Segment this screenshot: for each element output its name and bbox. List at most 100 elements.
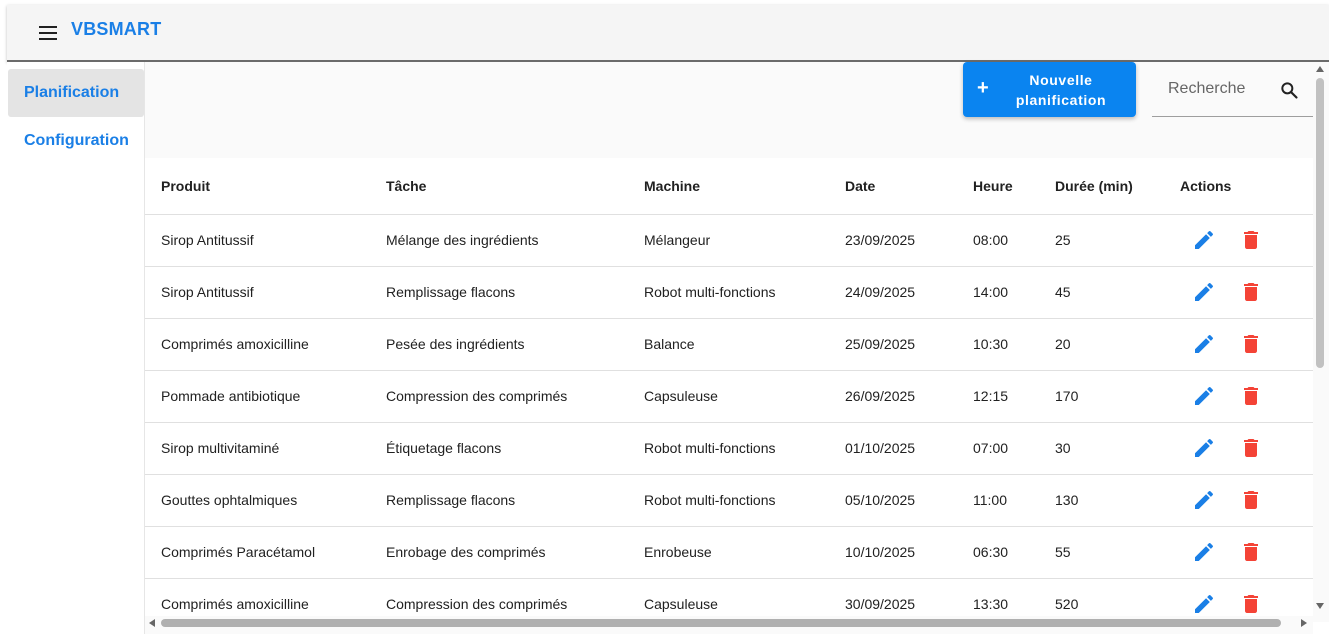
- table-row[interactable]: Gouttes ophtalmiques Remplissage flacons R…: [145, 474, 1313, 527]
- sidebar-item-planification[interactable]: Planification: [8, 69, 144, 117]
- delete-icon[interactable]: [1239, 228, 1263, 252]
- table-row[interactable]: Sirop multivitaminé Étiquetage flacons Rob…: [145, 422, 1313, 475]
- main-content: + Nouvelle planification Produit Tâc: [145, 62, 1313, 634]
- actions-cell: [1164, 318, 1313, 371]
- sidebar-item-configuration[interactable]: Configuration: [8, 117, 144, 165]
- task-cell: Pesée des ingrédients: [370, 318, 628, 371]
- edit-icon[interactable]: [1192, 592, 1216, 616]
- scroll-right-icon[interactable]: [1301, 619, 1307, 627]
- date-cell: 25/09/2025: [829, 318, 957, 371]
- table-row[interactable]: Pommade antibiotique Compression des comp…: [145, 370, 1313, 423]
- task-cell: Compression des comprimés: [370, 578, 628, 618]
- actions-cell: [1164, 214, 1313, 267]
- search-input[interactable]: [1152, 74, 1272, 104]
- edit-icon[interactable]: [1192, 384, 1216, 408]
- duration-cell: 20: [1039, 318, 1164, 371]
- new-planification-label: Nouvelle planification: [1015, 72, 1107, 108]
- task-cell: Mélange des ingrédients: [370, 214, 628, 267]
- delete-icon[interactable]: [1239, 332, 1263, 356]
- app-brand[interactable]: VBSMART: [71, 19, 161, 40]
- app-bar: VBSMART: [7, 5, 1329, 62]
- edit-icon[interactable]: [1192, 280, 1216, 304]
- date-cell: 10/10/2025: [829, 526, 957, 579]
- actions-cell: [1164, 266, 1313, 319]
- task-cell: Remplissage flacons: [370, 474, 628, 527]
- delete-icon[interactable]: [1239, 592, 1263, 616]
- duration-cell: 45: [1039, 266, 1164, 319]
- scroll-up-icon[interactable]: [1316, 66, 1324, 72]
- edit-icon[interactable]: [1192, 488, 1216, 512]
- edit-icon[interactable]: [1192, 540, 1216, 564]
- planification-table: Produit Tâche Machine Date Heure Durée (…: [145, 158, 1313, 618]
- date-cell: 05/10/2025: [829, 474, 957, 527]
- table-row[interactable]: Comprimés amoxicilline Pesée des ingrédie…: [145, 318, 1313, 371]
- machine-cell: Robot multi-fonctions: [628, 474, 829, 527]
- column-header[interactable]: Heure: [957, 158, 1039, 215]
- date-cell: 30/09/2025: [829, 578, 957, 618]
- time-cell: 13:30: [957, 578, 1039, 618]
- delete-icon[interactable]: [1239, 540, 1263, 564]
- product-cell: Sirop multivitaminé: [145, 422, 370, 475]
- duration-cell: 30: [1039, 422, 1164, 475]
- task-cell: Remplissage flacons: [370, 266, 628, 319]
- column-header[interactable]: Produit: [145, 158, 370, 215]
- task-cell: Compression des comprimés: [370, 370, 628, 423]
- time-cell: 14:00: [957, 266, 1039, 319]
- edit-icon[interactable]: [1192, 436, 1216, 460]
- column-header: Actions: [1164, 158, 1313, 215]
- scrollbar-thumb[interactable]: [161, 619, 1281, 627]
- delete-icon[interactable]: [1239, 280, 1263, 304]
- machine-cell: Robot multi-fonctions: [628, 422, 829, 475]
- column-header[interactable]: Durée (min): [1039, 158, 1164, 215]
- new-planification-button[interactable]: + Nouvelle planification: [963, 62, 1136, 117]
- product-cell: Comprimés Paracétamol: [145, 526, 370, 579]
- product-cell: Comprimés amoxicilline: [145, 578, 370, 618]
- actions-cell: [1164, 526, 1313, 579]
- vertical-scrollbar[interactable]: [1313, 62, 1329, 622]
- product-cell: Sirop Antitussif: [145, 214, 370, 267]
- product-cell: Comprimés amoxicilline: [145, 318, 370, 371]
- table-row[interactable]: Comprimés Paracétamol Enrobage des compri…: [145, 526, 1313, 579]
- delete-icon[interactable]: [1239, 384, 1263, 408]
- menu-icon[interactable]: [37, 22, 59, 44]
- machine-cell: Balance: [628, 318, 829, 371]
- time-cell: 12:15: [957, 370, 1039, 423]
- column-header[interactable]: Tâche: [370, 158, 628, 215]
- machine-cell: Capsuleuse: [628, 370, 829, 423]
- column-header[interactable]: Date: [829, 158, 957, 215]
- scroll-down-icon[interactable]: [1316, 603, 1324, 609]
- toolbar: + Nouvelle planification: [145, 62, 1313, 158]
- date-cell: 01/10/2025: [829, 422, 957, 475]
- table-row[interactable]: Sirop Antitussif Remplissage flacons Robot…: [145, 266, 1313, 319]
- plus-icon: +: [977, 77, 989, 99]
- duration-cell: 520: [1039, 578, 1164, 618]
- product-cell: Gouttes ophtalmiques: [145, 474, 370, 527]
- sidebar: Planification Configuration: [7, 62, 145, 634]
- time-cell: 11:00: [957, 474, 1039, 527]
- date-cell: 23/09/2025: [829, 214, 957, 267]
- machine-cell: Robot multi-fonctions: [628, 266, 829, 319]
- table-row[interactable]: Comprimés amoxicilline Compression des co…: [145, 578, 1313, 618]
- column-header[interactable]: Machine: [628, 158, 829, 215]
- table-row[interactable]: Sirop Antitussif Mélange des ingrédients M…: [145, 214, 1313, 267]
- date-cell: 26/09/2025: [829, 370, 957, 423]
- machine-cell: Enrobeuse: [628, 526, 829, 579]
- actions-cell: [1164, 578, 1313, 618]
- scroll-left-icon[interactable]: [149, 619, 155, 627]
- time-cell: 10:30: [957, 318, 1039, 371]
- horizontal-scrollbar[interactable]: [145, 616, 1313, 630]
- duration-cell: 25: [1039, 214, 1164, 267]
- delete-icon[interactable]: [1239, 488, 1263, 512]
- product-cell: Sirop Antitussif: [145, 266, 370, 319]
- delete-icon[interactable]: [1239, 436, 1263, 460]
- search-icon[interactable]: [1279, 80, 1299, 100]
- actions-cell: [1164, 422, 1313, 475]
- date-cell: 24/09/2025: [829, 266, 957, 319]
- time-cell: 08:00: [957, 214, 1039, 267]
- search-box: [1152, 66, 1313, 117]
- actions-cell: [1164, 370, 1313, 423]
- edit-icon[interactable]: [1192, 332, 1216, 356]
- edit-icon[interactable]: [1192, 228, 1216, 252]
- scrollbar-thumb[interactable]: [1316, 78, 1324, 368]
- actions-cell: [1164, 474, 1313, 527]
